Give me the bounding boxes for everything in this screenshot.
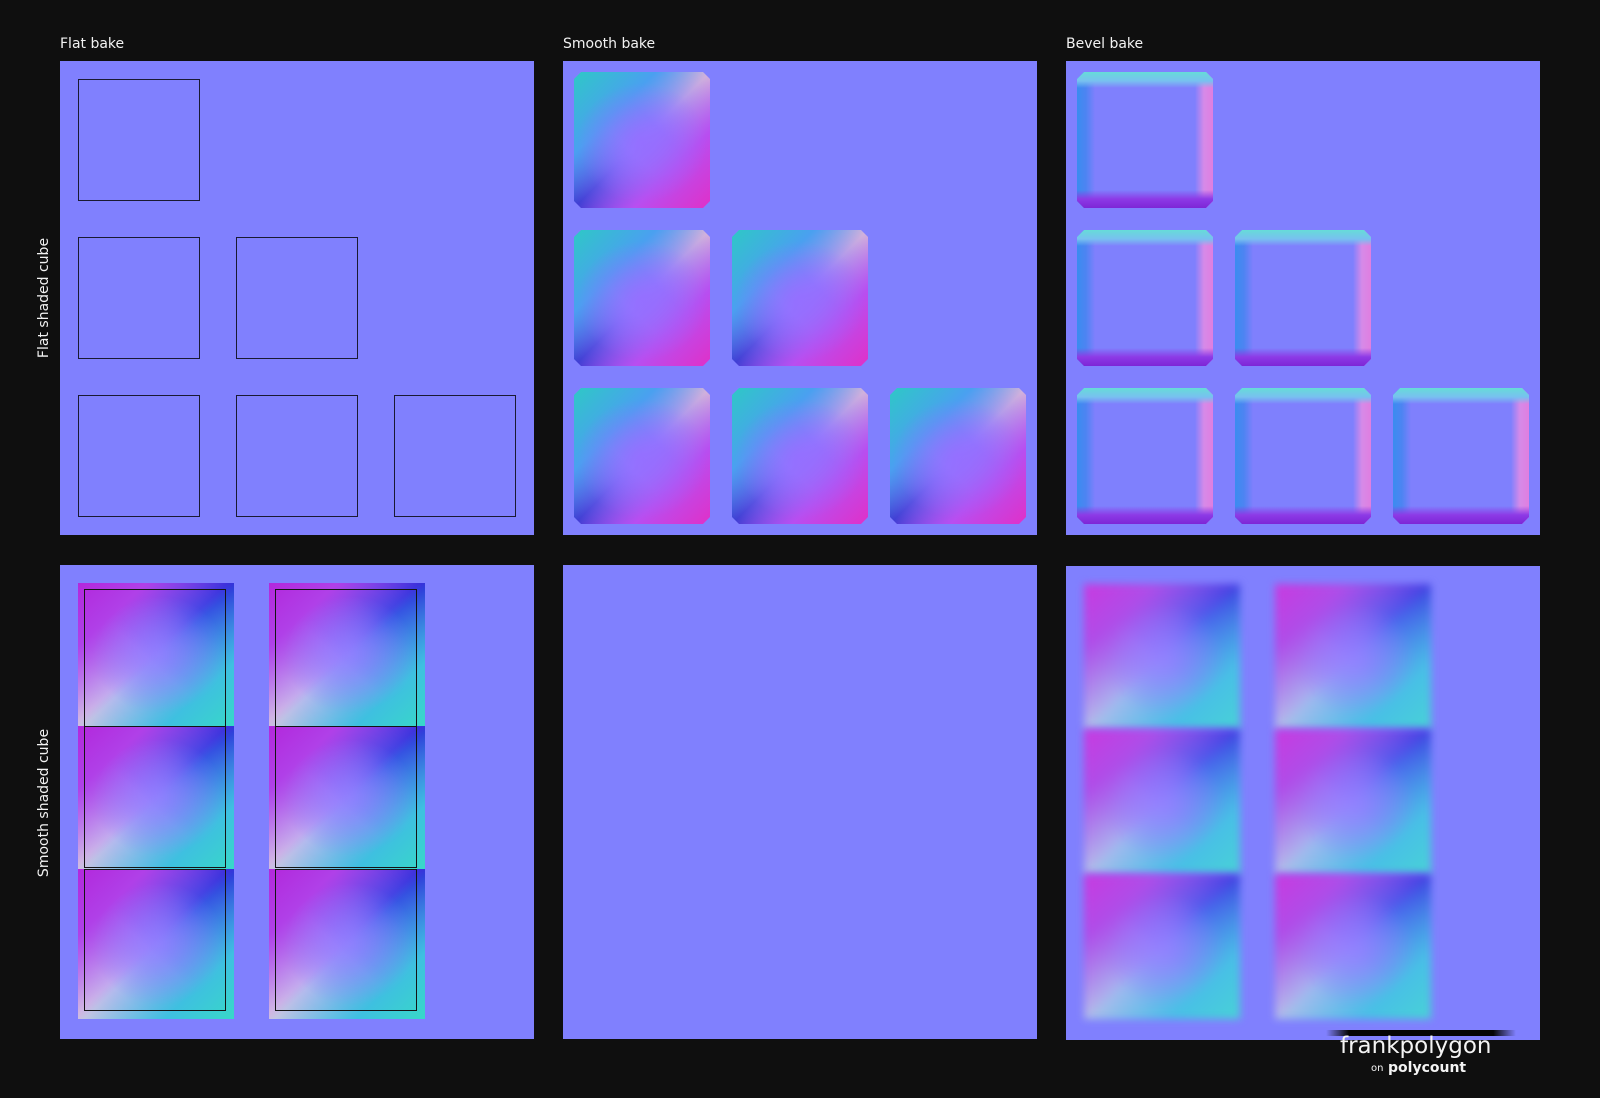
uv-island-outline	[275, 589, 417, 726]
row-label-smooth-shaded-cube: Smooth shaded cube	[36, 728, 52, 878]
strip-segment	[1275, 584, 1431, 729]
uv-strip-right	[269, 583, 425, 1019]
bevel-bake-tile	[1077, 72, 1213, 208]
uv-island-outline	[78, 395, 200, 517]
bevel-bake-tile	[1077, 388, 1213, 524]
panel-flat-shaded-flat-bake	[60, 61, 534, 535]
smooth-bake-tile	[732, 230, 868, 366]
strip-segment	[1275, 729, 1431, 874]
bevel-bake-tile	[1393, 388, 1529, 524]
strip-segment	[1275, 874, 1431, 1019]
smooth-bake-tile	[574, 388, 710, 524]
smooth-bake-tile	[732, 388, 868, 524]
blurred-strip-right	[1275, 584, 1431, 1020]
uv-island-outline	[84, 589, 226, 726]
smooth-bake-tile	[890, 388, 1026, 524]
strip-segment	[78, 869, 234, 1019]
bevel-bake-tile	[1235, 388, 1371, 524]
strip-segment	[78, 583, 234, 726]
uv-island-outline	[84, 869, 226, 1011]
uv-island-outline	[275, 869, 417, 1011]
panel-flat-shaded-smooth-bake	[563, 61, 1037, 535]
column-label-smooth-bake: Smooth bake	[563, 36, 656, 52]
column-label-flat-bake: Flat bake	[60, 36, 125, 52]
watermark-on: on	[1371, 1063, 1384, 1074]
panel-smooth-shaded-bevel-bake	[1066, 566, 1540, 1040]
uv-island-outline	[84, 726, 226, 868]
panel-smooth-shaded-flat-bake	[60, 565, 534, 1039]
strip-segment	[269, 869, 425, 1019]
uv-island-outline	[78, 79, 200, 201]
strip-segment	[1084, 584, 1240, 729]
smooth-bake-tile	[574, 230, 710, 366]
uv-island-outline	[236, 395, 358, 517]
row-label-flat-shaded-cube: Flat shaded cube	[36, 237, 52, 359]
bevel-bake-tile	[1235, 230, 1371, 366]
smooth-bake-tile	[574, 72, 710, 208]
watermark-name: frankpolygon	[1340, 1033, 1492, 1059]
panel-flat-shaded-bevel-bake	[1066, 61, 1540, 535]
panel-smooth-shaded-smooth-bake	[563, 565, 1037, 1039]
column-label-bevel-bake: Bevel bake	[1066, 36, 1144, 52]
bevel-bake-tile	[1077, 230, 1213, 366]
uv-strip-left	[78, 583, 234, 1019]
uv-island-outline	[275, 726, 417, 868]
strip-segment	[1084, 874, 1240, 1019]
uv-island-outline	[78, 237, 200, 359]
strip-segment	[78, 726, 234, 869]
strip-segment	[269, 583, 425, 726]
blurred-strip-left	[1084, 584, 1240, 1020]
watermark-site: polycount	[1388, 1060, 1467, 1076]
uv-island-outline	[394, 395, 516, 517]
uv-island-outline	[236, 237, 358, 359]
strip-segment	[269, 726, 425, 869]
strip-segment	[1084, 729, 1240, 874]
